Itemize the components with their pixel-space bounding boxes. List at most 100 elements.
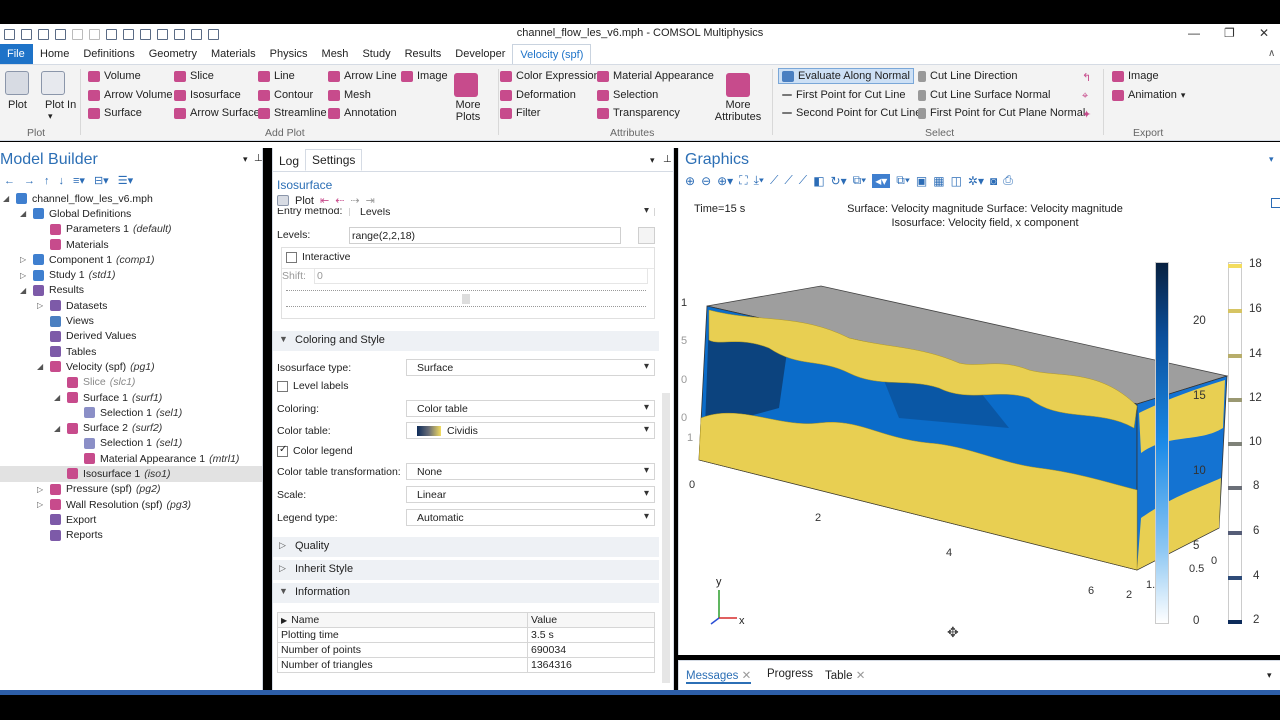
tree-item[interactable]: Views	[0, 313, 262, 328]
ct-transform-select[interactable]: None	[406, 463, 655, 480]
settings-scrollbar[interactable]	[662, 393, 670, 683]
tree-item[interactable]: ▷ Datasets	[0, 298, 262, 313]
chevron-down-icon[interactable]: ▾	[48, 111, 53, 122]
more-plots-button[interactable]: More Plots	[451, 99, 485, 123]
tab-definitions[interactable]: Definitions	[76, 44, 141, 64]
tab-progress[interactable]: Progress	[767, 668, 813, 680]
cut-line-direction-button[interactable]: Cut Line Direction	[918, 70, 1017, 82]
collapse-icon[interactable]: ⊟▾	[94, 174, 109, 187]
transparency-button[interactable]: Transparency	[597, 107, 680, 119]
tab-developer[interactable]: Developer	[448, 44, 512, 64]
rotate-icon[interactable]: ↻▾	[831, 174, 847, 188]
settings-gear-icon[interactable]: ✲▾	[968, 174, 984, 188]
tree-item[interactable]: ◢ Velocity (spf) (pg1)	[0, 359, 262, 374]
clear-selection-icon[interactable]: ↰	[1082, 71, 1091, 84]
level-labels-checkbox[interactable]: Level labels	[277, 380, 348, 392]
tree-item[interactable]: Slice (slc1)	[0, 375, 262, 390]
show-icon[interactable]: ≡▾	[73, 174, 85, 187]
legend-type-select[interactable]: Automatic	[406, 509, 655, 526]
collapse-arrow-icon[interactable]: ◢	[20, 209, 28, 218]
expand-arrow-icon[interactable]: ▷	[37, 301, 45, 310]
image-plot-button[interactable]: Image	[401, 70, 448, 82]
arrow-line-button[interactable]: Arrow Line	[328, 70, 397, 82]
view-yz-icon[interactable]: ⟋	[784, 173, 792, 188]
slice-button[interactable]: Slice	[174, 70, 214, 82]
scene-light-icon[interactable]: ⧉▾	[853, 173, 867, 188]
zoom-box-icon[interactable]: ⊕▾	[717, 174, 733, 188]
tree-item[interactable]: ▷ Pressure (spf) (pg2)	[0, 482, 262, 497]
material-appearance-button[interactable]: Material Appearance	[597, 70, 714, 82]
back-icon[interactable]: ←	[4, 175, 15, 187]
volume-button[interactable]: Volume	[88, 70, 141, 82]
coloring-select[interactable]: Color table	[406, 400, 655, 417]
tab-physics[interactable]: Physics	[263, 44, 315, 64]
transparency-toggle-icon[interactable]: ◫	[951, 174, 962, 188]
first-point-cut-line-button[interactable]: First Point for Cut Line	[782, 89, 905, 101]
plot-button[interactable]: Plot	[8, 99, 27, 111]
previous-icon[interactable]: ⇠	[335, 194, 344, 207]
show-grid-icon[interactable]: ▣	[916, 174, 927, 188]
iso-type-select[interactable]: Surface	[406, 359, 655, 376]
entry-method-select[interactable]: Levels	[349, 208, 655, 216]
tab-velocity-spf[interactable]: Velocity (spf)	[512, 44, 592, 64]
tab-log[interactable]: Log	[273, 151, 305, 171]
more-attributes-button[interactable]: More Attributes	[712, 99, 764, 123]
isosurface-button[interactable]: Isosurface	[174, 89, 241, 101]
color-table-select[interactable]: Cividis	[406, 422, 655, 439]
expand-arrow-icon[interactable]: ▷	[20, 255, 28, 264]
tree-item[interactable]: Selection 1 (sel1)	[0, 436, 262, 451]
expand-arrow-icon[interactable]: ▷	[20, 271, 28, 280]
tab-settings[interactable]: Settings	[305, 149, 363, 171]
pin-icon[interactable]: ⌖	[1082, 90, 1088, 103]
tree-item[interactable]: Export	[0, 512, 262, 527]
collapse-arrow-icon[interactable]: ◢	[37, 362, 45, 371]
tree-item[interactable]: ◢ Results	[0, 283, 262, 298]
information-section-header[interactable]: ▼ Information	[273, 583, 659, 603]
color-legend-checkbox[interactable]: Color legend	[277, 444, 353, 457]
zoom-out-icon[interactable]: ⊖	[701, 174, 711, 188]
collapse-arrow-icon[interactable]: ◢	[54, 393, 62, 402]
coloring-section-header[interactable]: ▼ Coloring and Style	[273, 331, 659, 351]
pin-panel-icon[interactable]: ⊥	[254, 153, 263, 164]
shift-input[interactable]: 0	[314, 268, 648, 284]
scale-select[interactable]: Linear	[406, 486, 655, 503]
collapse-arrow-icon[interactable]: ◢	[20, 286, 28, 295]
tree-item[interactable]: Selection 1 (sel1)	[0, 405, 262, 420]
interactive-checkbox[interactable]: Interactive	[286, 251, 350, 263]
side-toolbar-icon[interactable]	[1271, 198, 1280, 208]
selection-list-icon[interactable]: ⧉▾	[896, 173, 910, 188]
annotation-button[interactable]: Annotation	[328, 107, 397, 119]
filter-button[interactable]: Filter	[500, 107, 540, 119]
contour-button[interactable]: Contour	[258, 89, 313, 101]
close-icon[interactable]: ✕	[742, 670, 752, 682]
levels-input[interactable]: range(2,2,18)	[349, 227, 621, 244]
view-xy-icon[interactable]: ⟋	[770, 173, 778, 188]
tab-home[interactable]: Home	[33, 44, 76, 64]
close-icon[interactable]: ✕	[856, 670, 866, 682]
tree-item[interactable]: Materials	[0, 237, 262, 252]
last-icon[interactable]: ⇥	[366, 194, 375, 207]
next-icon[interactable]: ⇢	[350, 194, 359, 207]
tree-item[interactable]: Isosurface 1 (iso1)	[0, 466, 262, 482]
pin-panel-icon[interactable]: ⊥	[663, 154, 672, 165]
tree-item[interactable]: ◢ channel_flow_les_v6.mph	[0, 191, 262, 206]
first-point-cut-plane-button[interactable]: First Point for Cut Plane Normal	[918, 107, 1085, 119]
move-up-icon[interactable]: ↑	[44, 175, 50, 187]
color-expression-button[interactable]: Color Expression	[500, 70, 600, 82]
camera-icon[interactable]: ◙	[990, 174, 997, 188]
tree-item[interactable]: Parameters 1 (default)	[0, 222, 262, 237]
select-mode-icon[interactable]: ◂▾	[872, 173, 891, 188]
wireframe-icon[interactable]: ▦	[933, 174, 944, 188]
arrow-surface-button[interactable]: Arrow Surface	[174, 107, 260, 119]
streamline-button[interactable]: Streamline	[258, 107, 327, 119]
plot-in-button[interactable]: Plot In	[45, 99, 76, 111]
tree-item[interactable]: ▷ Study 1 (std1)	[0, 267, 262, 282]
zoom-in-icon[interactable]: ⊕	[685, 174, 695, 188]
range-icon[interactable]	[638, 227, 655, 244]
close-icon[interactable]: ✕	[1259, 26, 1269, 40]
collapse-arrow-icon[interactable]: ◢	[3, 194, 11, 203]
line-button[interactable]: Line	[258, 70, 295, 82]
tab-file[interactable]: File	[0, 44, 33, 64]
arrow-volume-button[interactable]: Arrow Volume	[88, 89, 172, 101]
plot-button[interactable]: Plot	[295, 195, 314, 207]
